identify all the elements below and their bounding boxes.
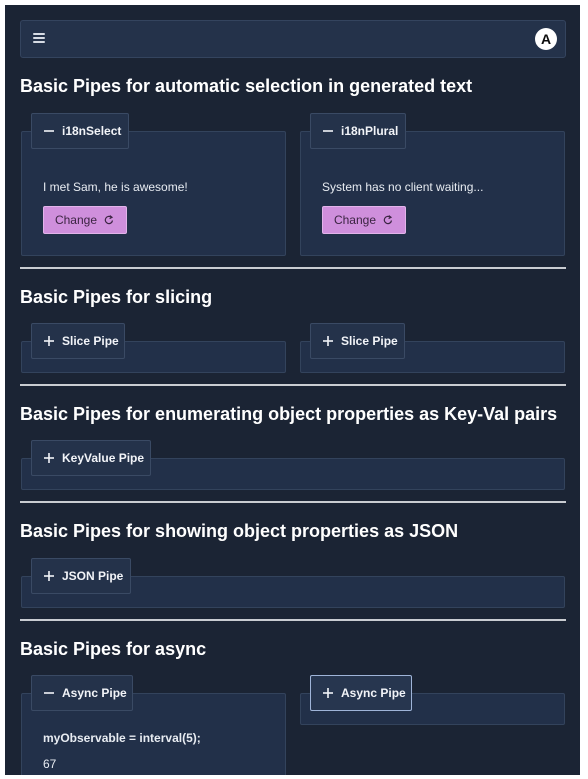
keyvalue-pipe-tab[interactable]: KeyValue Pipe	[31, 440, 151, 476]
app-frame: A Basic Pipes for automatic selection in…	[5, 5, 580, 775]
json-pipe-tab-label: JSON Pipe	[62, 569, 124, 583]
async-pipe-tab-label: Async Pipe	[341, 686, 406, 700]
minus-icon	[42, 124, 56, 138]
i18nselect-change-button[interactable]: Change	[43, 206, 127, 234]
change-button-label: Change	[333, 213, 377, 227]
top-toolbar: A	[20, 20, 566, 58]
svg-text:A: A	[541, 31, 551, 47]
async-value-text: 67	[43, 757, 57, 771]
refresh-icon	[103, 214, 115, 226]
plus-icon	[321, 334, 335, 348]
slice-pipe-tab-label: Slice Pipe	[341, 334, 398, 348]
minus-icon	[42, 686, 56, 700]
slice-pipe-tab-1[interactable]: Slice Pipe	[31, 323, 125, 359]
plus-icon	[321, 686, 335, 700]
menu-icon[interactable]	[33, 33, 45, 43]
i18nselect-panel: I met Sam, he is awesome! Change	[21, 131, 286, 256]
section-title-slicing: Basic Pipes for slicing	[20, 287, 213, 307]
plus-icon	[42, 451, 56, 465]
keyvalue-pipe-tab-label: KeyValue Pipe	[62, 451, 145, 465]
i18nplural-tab[interactable]: i18nPlural	[310, 113, 406, 149]
i18nplural-tab-label: i18nPlural	[341, 124, 399, 138]
plus-icon	[42, 334, 56, 348]
angular-logo-icon[interactable]: A	[535, 28, 557, 50]
i18nplural-change-button[interactable]: Change	[322, 206, 406, 234]
plus-icon	[42, 569, 56, 583]
slice-pipe-tab-label: Slice Pipe	[62, 334, 119, 348]
section-divider	[20, 619, 566, 621]
section-title-json: Basic Pipes for showing object propertie…	[20, 521, 459, 541]
refresh-icon	[382, 214, 394, 226]
minus-icon	[321, 124, 335, 138]
section-divider	[20, 267, 566, 269]
section-divider	[20, 384, 566, 386]
i18nselect-tab[interactable]: i18nSelect	[31, 113, 129, 149]
section-title-async: Basic Pipes for async	[20, 639, 207, 659]
i18nselect-tab-label: i18nSelect	[62, 124, 122, 138]
section-title-keyvalue: Basic Pipes for enumerating object prope…	[20, 404, 558, 424]
async-pipe-tab-label: Async Pipe	[62, 686, 127, 700]
async-pipe-tab-2[interactable]: Async Pipe	[310, 675, 412, 711]
async-pipe-tab-1[interactable]: Async Pipe	[31, 675, 133, 711]
section-divider	[20, 501, 566, 503]
async-code-text: myObservable = interval(5);	[43, 731, 201, 745]
section-title-select: Basic Pipes for automatic selection in g…	[20, 76, 473, 96]
i18nplural-panel: System has no client waiting... Change	[300, 131, 565, 256]
i18nplural-text: System has no client waiting...	[322, 180, 484, 194]
i18nselect-text: I met Sam, he is awesome!	[43, 180, 188, 194]
change-button-label: Change	[54, 213, 98, 227]
slice-pipe-tab-2[interactable]: Slice Pipe	[310, 323, 405, 359]
json-pipe-tab[interactable]: JSON Pipe	[31, 558, 131, 594]
